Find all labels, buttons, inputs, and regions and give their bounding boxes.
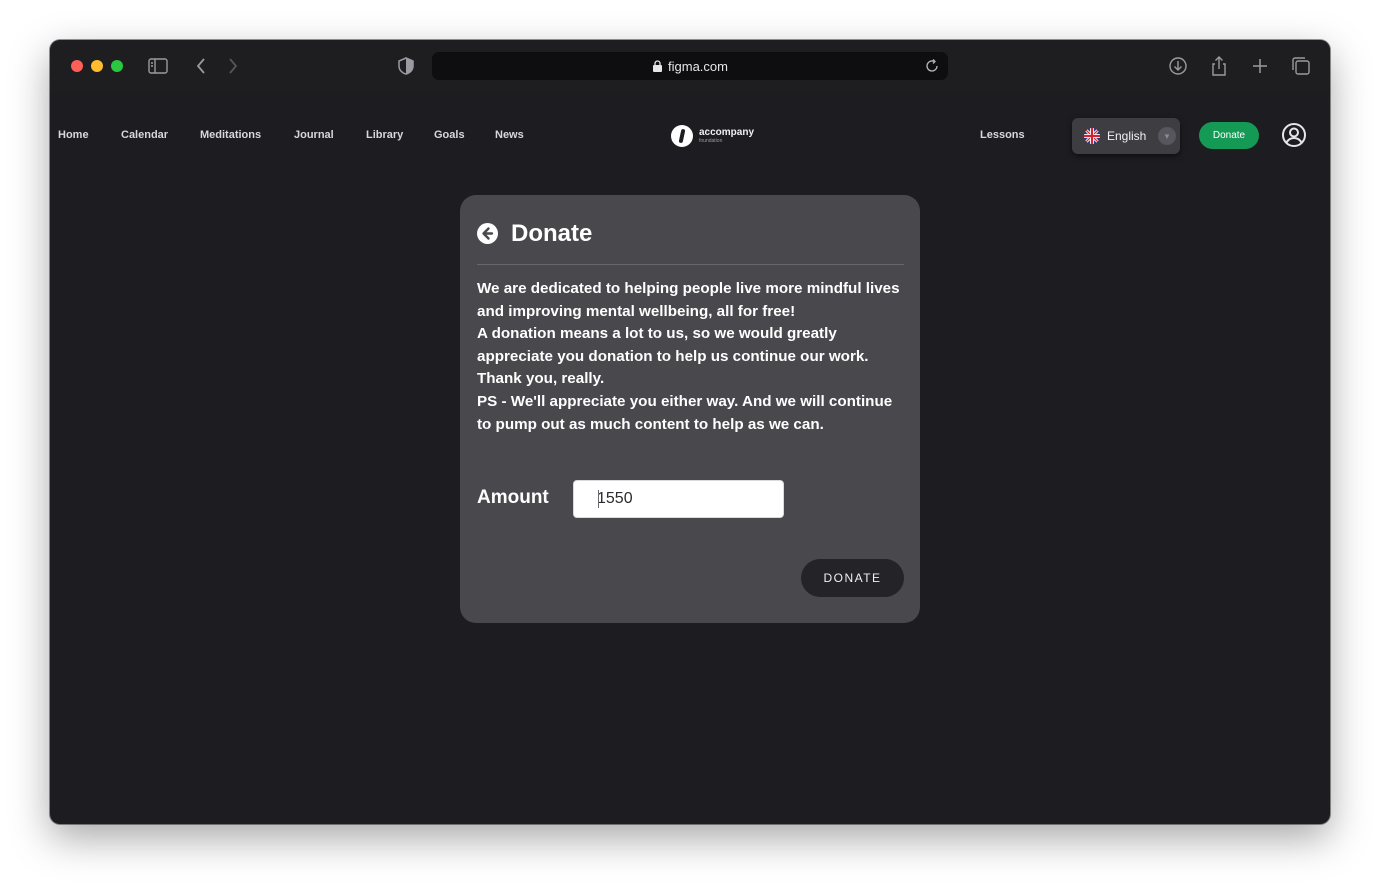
nav-news[interactable]: News [495,129,524,141]
forward-arrow-icon[interactable] [222,55,244,77]
download-icon[interactable] [1167,55,1189,77]
shield-icon[interactable] [395,55,417,77]
language-label: English [1107,129,1147,143]
url-text: figma.com [668,58,728,74]
lock-icon [653,60,663,72]
reload-icon[interactable] [924,58,940,74]
amount-label: Amount [477,487,549,508]
donation-message: We are dedicated to helping people live … [477,278,905,436]
site-logo[interactable]: accompany foundation [671,123,754,149]
browser-window: figma.com Home Calendar Meditations Jour… [50,40,1330,824]
message-paragraph: PS - We'll appreciate you either way. An… [477,392,893,433]
nav-calendar[interactable]: Calendar [121,129,168,141]
zoom-window-button[interactable] [111,60,123,72]
minimize-window-button[interactable] [91,60,103,72]
donate-submit-button[interactable]: DONATE [801,559,904,597]
browser-toolbar: figma.com [50,40,1330,92]
logo-mark-icon [671,125,693,147]
language-selector[interactable]: English ▼ [1072,118,1180,154]
nav-lessons[interactable]: Lessons [980,129,1025,141]
nav-home[interactable]: Home [58,129,89,141]
message-paragraph: A donation means a lot to us, so we woul… [477,325,869,388]
message-paragraph: We are dedicated to helping people live … [477,280,900,320]
nav-library[interactable]: Library [366,129,403,141]
uk-flag-icon [1084,128,1100,144]
amount-input[interactable] [573,480,784,518]
close-window-button[interactable] [71,60,83,72]
nav-goals[interactable]: Goals [434,129,465,141]
logo-subtitle: foundation [699,138,723,144]
nav-meditations[interactable]: Meditations [200,129,261,141]
user-account-icon[interactable] [1281,122,1307,148]
nav-journal[interactable]: Journal [294,129,334,141]
divider [477,264,904,265]
address-bar[interactable]: figma.com [432,52,948,80]
chevron-down-icon[interactable]: ▼ [1158,127,1176,145]
donate-card: Donate We are dedicated to helping peopl… [460,195,920,623]
sidebar-icon[interactable] [147,55,169,77]
new-tab-icon[interactable] [1249,55,1271,77]
share-icon[interactable] [1208,55,1230,77]
back-arrow-icon[interactable] [477,223,498,244]
text-cursor [598,490,599,508]
logo-name: accompany [699,127,755,138]
tabs-overview-icon[interactable] [1290,55,1312,77]
header-donate-button[interactable]: Donate [1199,122,1259,149]
card-title: Donate [511,220,593,247]
back-arrow-icon[interactable] [190,55,212,77]
site-navigation: Home Calendar Meditations Journal Librar… [50,116,1330,156]
